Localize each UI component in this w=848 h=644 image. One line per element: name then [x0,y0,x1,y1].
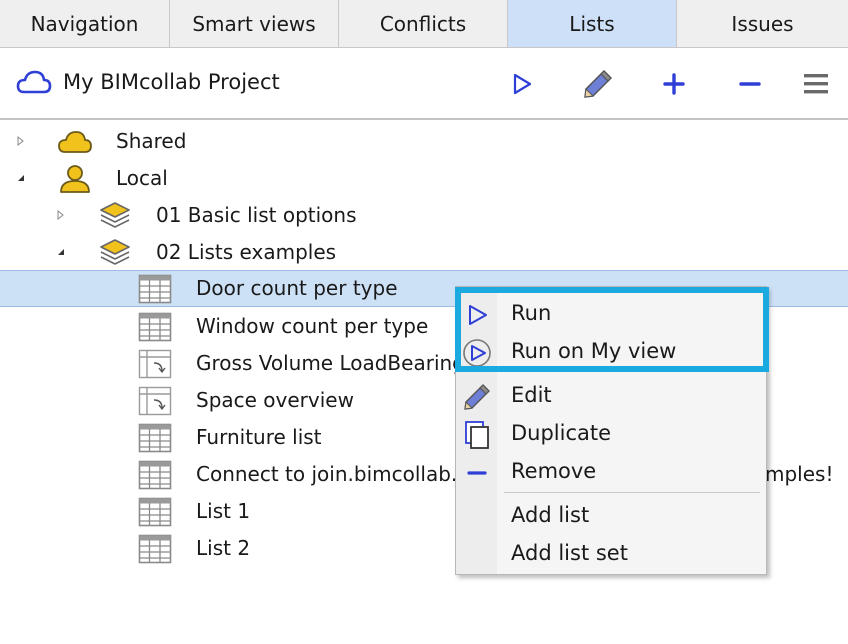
menu-item-label: Edit [511,383,552,407]
menu-item-label: Add list set [511,541,628,565]
plus-icon [663,73,685,95]
pencil-icon [584,70,612,98]
tab-bar: Navigation Smart views Conflicts Lists I… [0,0,848,48]
duplicate-icon [465,421,489,449]
tab-smart-views[interactable]: Smart views [170,0,339,47]
edit-button[interactable] [580,66,616,102]
pencil-icon [464,384,490,410]
menu-item-duplicate[interactable]: Duplicate [456,415,766,453]
toolbar: My BIMcollab Project [0,48,848,120]
tab-conflicts[interactable]: Conflicts [339,0,508,47]
menu-item-label: Add list [511,503,590,527]
table-list-icon [138,423,172,453]
menu-item-label: Remove [511,459,597,483]
run-on-view-icon [463,339,491,367]
tab-label: Conflicts [379,11,467,36]
tab-issues[interactable]: Issues [677,0,848,47]
tab-label: Issues [731,11,794,36]
shared-cloud-folder-icon [58,131,92,153]
minus-icon [739,82,761,86]
tree-node-shared[interactable]: Shared [0,123,848,160]
list-item-label: Gross Volume LoadBearing [196,351,465,375]
list-item-label: Door count per type [196,276,398,300]
table-list-icon [138,274,172,304]
project-title: My BIMcollab Project [63,70,280,94]
menu-item-run-on-view[interactable]: Run on My view [456,333,766,371]
menu-item-label: Run on My view [511,339,677,363]
menu-button[interactable] [798,66,834,102]
cloud-icon [16,70,52,94]
pivot-table-icon [138,349,172,379]
menu-item-label: Run [511,301,552,325]
hamburger-menu-icon [804,74,828,94]
tree-node-local[interactable]: Local [0,160,848,197]
list-item-label: Furniture list [196,425,322,449]
expand-caret-icon[interactable] [16,136,26,146]
menu-item-add-list-set[interactable]: Add list set [456,535,766,573]
tree-label: 01 Basic list options [156,203,357,227]
tab-navigation[interactable]: Navigation [0,0,170,47]
tree-node-list-set[interactable]: 01 Basic list options [0,197,848,234]
list-item-label: Window count per type [196,314,429,338]
minus-icon [467,471,487,475]
menu-item-remove[interactable]: Remove [456,453,766,491]
list-item-label-overflow: mples! [765,462,834,486]
list-item-label: Space overview [196,388,354,412]
layers-icon [100,239,130,265]
tab-label: Lists [569,11,615,36]
layers-icon [100,202,130,228]
menu-item-edit[interactable]: Edit [456,377,766,415]
tree-label: Local [116,166,168,190]
tree-label: 02 Lists examples [156,240,337,264]
run-button[interactable] [504,66,540,102]
remove-button[interactable] [732,66,768,102]
tab-lists[interactable]: Lists [508,0,677,47]
run-icon [513,73,532,95]
table-list-icon [138,497,172,527]
menu-item-add-list[interactable]: Add list [456,497,766,535]
pivot-table-icon [138,386,172,416]
table-list-icon [138,312,172,342]
menu-item-run[interactable]: Run [456,295,766,333]
tab-label: Navigation [30,11,139,36]
list-item-label: List 2 [196,536,251,560]
table-list-icon [138,534,172,564]
add-button[interactable] [656,66,692,102]
run-icon [469,305,487,325]
context-menu: Run Run on My view Edit Duplicate Remove… [455,286,767,575]
table-list-icon [138,460,172,490]
tree-node-list-set[interactable]: 02 Lists examples [0,234,848,271]
list-item-label: List 1 [196,499,251,523]
local-user-icon [60,165,90,193]
collapse-caret-icon[interactable] [16,173,26,183]
menu-separator [504,492,760,493]
collapse-caret-icon[interactable] [56,247,66,257]
tab-label: Smart views [192,11,316,36]
menu-item-label: Duplicate [511,421,612,445]
expand-caret-icon[interactable] [56,210,66,220]
tree-label: Shared [116,129,187,153]
